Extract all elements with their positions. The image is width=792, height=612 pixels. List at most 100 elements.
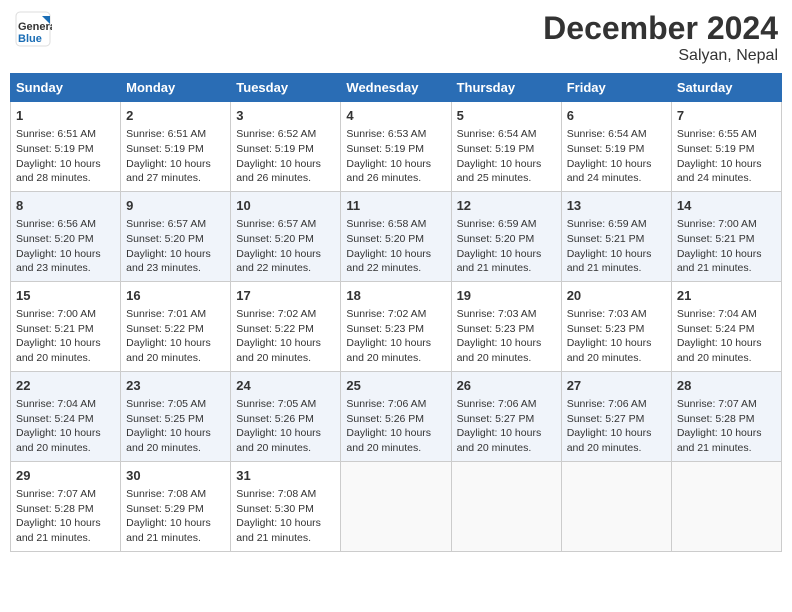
day-number: 27 (567, 377, 666, 395)
day-number: 18 (346, 287, 445, 305)
day-number: 14 (677, 197, 776, 215)
daylight-text: Daylight: 10 hours and 21 minutes. (457, 248, 542, 275)
table-row: 27Sunrise: 7:06 AMSunset: 5:27 PMDayligh… (561, 371, 671, 461)
page-header: General Blue December 2024 Salyan, Nepal (10, 10, 782, 65)
daylight-text: Daylight: 10 hours and 24 minutes. (567, 158, 652, 185)
day-number: 15 (16, 287, 115, 305)
table-row: 25Sunrise: 7:06 AMSunset: 5:26 PMDayligh… (341, 371, 451, 461)
sunset-text: Sunset: 5:23 PM (346, 323, 424, 335)
logo-icon: General Blue (14, 10, 52, 48)
day-number: 2 (126, 107, 225, 125)
table-row: 20Sunrise: 7:03 AMSunset: 5:23 PMDayligh… (561, 281, 671, 371)
sunset-text: Sunset: 5:20 PM (126, 233, 204, 245)
calendar-body: 1Sunrise: 6:51 AMSunset: 5:19 PMDaylight… (11, 102, 782, 552)
day-number: 6 (567, 107, 666, 125)
table-row: 23Sunrise: 7:05 AMSunset: 5:25 PMDayligh… (121, 371, 231, 461)
sunset-text: Sunset: 5:23 PM (457, 323, 535, 335)
daylight-text: Daylight: 10 hours and 21 minutes. (126, 517, 211, 544)
sunrise-text: Sunrise: 7:06 AM (346, 398, 426, 410)
sunset-text: Sunset: 5:19 PM (236, 143, 314, 155)
sunset-text: Sunset: 5:23 PM (567, 323, 645, 335)
sunset-text: Sunset: 5:20 PM (346, 233, 424, 245)
daylight-text: Daylight: 10 hours and 23 minutes. (126, 248, 211, 275)
table-row: 4Sunrise: 6:53 AMSunset: 5:19 PMDaylight… (341, 102, 451, 192)
day-number: 11 (346, 197, 445, 215)
daylight-text: Daylight: 10 hours and 20 minutes. (126, 337, 211, 364)
daylight-text: Daylight: 10 hours and 22 minutes. (236, 248, 321, 275)
day-number: 3 (236, 107, 335, 125)
sunset-text: Sunset: 5:22 PM (126, 323, 204, 335)
table-row: 10Sunrise: 6:57 AMSunset: 5:20 PMDayligh… (231, 191, 341, 281)
col-sunday: Sunday (11, 74, 121, 102)
daylight-text: Daylight: 10 hours and 20 minutes. (677, 337, 762, 364)
calendar-week-row: 22Sunrise: 7:04 AMSunset: 5:24 PMDayligh… (11, 371, 782, 461)
sunrise-text: Sunrise: 6:59 AM (457, 218, 537, 230)
col-wednesday: Wednesday (341, 74, 451, 102)
col-monday: Monday (121, 74, 231, 102)
sunset-text: Sunset: 5:27 PM (457, 413, 535, 425)
daylight-text: Daylight: 10 hours and 21 minutes. (236, 517, 321, 544)
day-number: 22 (16, 377, 115, 395)
sunrise-text: Sunrise: 7:00 AM (16, 308, 96, 320)
day-number: 28 (677, 377, 776, 395)
table-row: 11Sunrise: 6:58 AMSunset: 5:20 PMDayligh… (341, 191, 451, 281)
table-row: 28 Sunrise: 7:07 AM Sunset: 5:28 PM Dayligh… (671, 371, 781, 461)
sunset-text: Sunset: 5:19 PM (346, 143, 424, 155)
sunset-text: Sunset: 5:28 PM (677, 413, 755, 425)
col-saturday: Saturday (671, 74, 781, 102)
day-number: 7 (677, 107, 776, 125)
daylight-text: Daylight: 10 hours and 28 minutes. (16, 158, 101, 185)
sunset-text: Sunset: 5:22 PM (236, 323, 314, 335)
sunrise-text: Sunrise: 7:08 AM (126, 488, 206, 500)
sunset-text: Sunset: 5:19 PM (457, 143, 535, 155)
sunset-text: Sunset: 5:27 PM (567, 413, 645, 425)
day-number: 24 (236, 377, 335, 395)
day-number: 1 (16, 107, 115, 125)
sunset-text: Sunset: 5:20 PM (236, 233, 314, 245)
table-row: 31Sunrise: 7:08 AMSunset: 5:30 PMDayligh… (231, 461, 341, 551)
sunset-text: Sunset: 5:20 PM (16, 233, 94, 245)
sunset-text: Sunset: 5:29 PM (126, 503, 204, 515)
calendar-week-row: 29Sunrise: 7:07 AMSunset: 5:28 PMDayligh… (11, 461, 782, 551)
day-number: 25 (346, 377, 445, 395)
table-row: 19Sunrise: 7:03 AMSunset: 5:23 PMDayligh… (451, 281, 561, 371)
svg-text:General: General (18, 21, 52, 33)
day-number: 13 (567, 197, 666, 215)
table-row: 6Sunrise: 6:54 AMSunset: 5:19 PMDaylight… (561, 102, 671, 192)
day-number: 23 (126, 377, 225, 395)
daylight-text: Daylight: 10 hours and 21 minutes. (677, 427, 762, 454)
sunrise-text: Sunrise: 6:59 AM (567, 218, 647, 230)
sunrise-text: Sunrise: 7:02 AM (346, 308, 426, 320)
sunrise-text: Sunrise: 7:05 AM (236, 398, 316, 410)
table-row (341, 461, 451, 551)
table-row: 16Sunrise: 7:01 AMSunset: 5:22 PMDayligh… (121, 281, 231, 371)
sunset-text: Sunset: 5:21 PM (567, 233, 645, 245)
table-row: 13Sunrise: 6:59 AMSunset: 5:21 PMDayligh… (561, 191, 671, 281)
col-tuesday: Tuesday (231, 74, 341, 102)
svg-text:Blue: Blue (18, 33, 42, 45)
table-row (451, 461, 561, 551)
day-number: 19 (457, 287, 556, 305)
table-row: 14Sunrise: 7:00 AMSunset: 5:21 PMDayligh… (671, 191, 781, 281)
daylight-text: Daylight: 10 hours and 20 minutes. (16, 427, 101, 454)
table-row: 17Sunrise: 7:02 AMSunset: 5:22 PMDayligh… (231, 281, 341, 371)
daylight-text: Daylight: 10 hours and 20 minutes. (457, 337, 542, 364)
day-number: 17 (236, 287, 335, 305)
title-block: December 2024 Salyan, Nepal (543, 10, 778, 65)
sunset-text: Sunset: 5:20 PM (457, 233, 535, 245)
day-number: 21 (677, 287, 776, 305)
day-number: 12 (457, 197, 556, 215)
day-number: 29 (16, 467, 115, 485)
sunrise-text: Sunrise: 7:07 AM (677, 398, 757, 410)
sunset-text: Sunset: 5:19 PM (126, 143, 204, 155)
sunrise-text: Sunrise: 7:03 AM (567, 308, 647, 320)
calendar-week-row: 1Sunrise: 6:51 AMSunset: 5:19 PMDaylight… (11, 102, 782, 192)
sunset-text: Sunset: 5:25 PM (126, 413, 204, 425)
sunrise-text: Sunrise: 6:55 AM (677, 128, 757, 140)
daylight-text: Daylight: 10 hours and 22 minutes. (346, 248, 431, 275)
header-row: Sunday Monday Tuesday Wednesday Thursday… (11, 74, 782, 102)
table-row: 8Sunrise: 6:56 AMSunset: 5:20 PMDaylight… (11, 191, 121, 281)
sunrise-text: Sunrise: 7:02 AM (236, 308, 316, 320)
calendar-title: December 2024 (543, 10, 778, 47)
day-number: 5 (457, 107, 556, 125)
